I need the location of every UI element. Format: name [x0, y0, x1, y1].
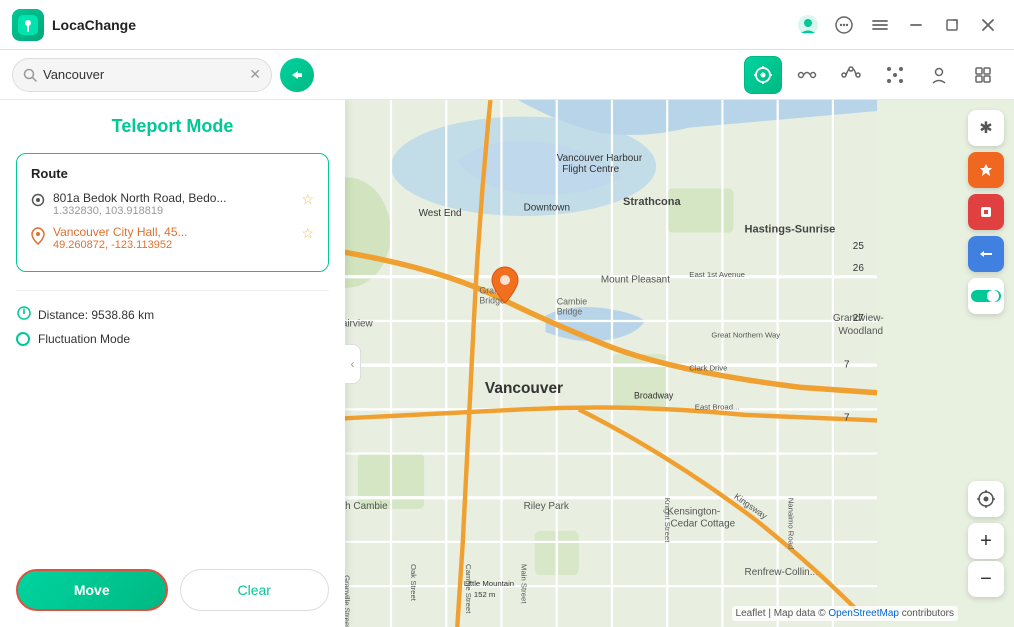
svg-text:Strathcona: Strathcona — [623, 196, 681, 208]
distance-row: Distance: 9538.86 km — [0, 301, 345, 328]
main-area: Howe St Broadway Strathcona Hastings-Sun… — [0, 100, 1014, 627]
panel-header: Teleport Mode — [0, 100, 345, 145]
svg-text:26: 26 — [853, 263, 865, 274]
orange-control[interactable] — [968, 152, 1004, 188]
search-box: ✕ — [12, 58, 272, 92]
person-button[interactable] — [920, 56, 958, 94]
svg-text:Vancouver: Vancouver — [485, 380, 563, 397]
svg-text:Oak Street: Oak Street — [409, 564, 418, 602]
svg-text:Knight Street: Knight Street — [663, 498, 672, 543]
svg-text:Vancouver Harbour: Vancouver Harbour — [557, 153, 643, 164]
svg-text:25: 25 — [853, 241, 865, 252]
close-icon[interactable] — [974, 11, 1002, 39]
locate-button[interactable] — [968, 481, 1004, 517]
side-panel: Teleport Mode Route 801a Bedok North Roa… — [0, 100, 345, 627]
svg-text:Great Northern Way: Great Northern Way — [711, 331, 780, 340]
svg-text:Clark Drive: Clark Drive — [689, 364, 727, 373]
svg-text:Downtown: Downtown — [524, 202, 570, 213]
distance-icon — [16, 305, 32, 324]
minimize-icon[interactable] — [902, 11, 930, 39]
panel-title: Teleport Mode — [16, 116, 329, 137]
route-import-button[interactable] — [876, 56, 914, 94]
distance-text: Distance: 9538.86 km — [38, 308, 154, 322]
title-bar: LocaChange — [0, 0, 1014, 50]
svg-text:Cedar Cottage: Cedar Cottage — [671, 518, 736, 529]
svg-text:West End: West End — [419, 208, 462, 219]
expand-icon[interactable] — [938, 11, 966, 39]
svg-text:Riley Park: Riley Park — [524, 501, 569, 512]
origin-star-icon[interactable]: ☆ — [301, 191, 314, 208]
destination-name: Vancouver City Hall, 45... — [53, 225, 188, 239]
svg-text:152 m: 152 m — [474, 590, 495, 599]
map-pin — [490, 265, 520, 313]
app-logo — [12, 9, 44, 41]
osm-link[interactable]: OpenStreetMap — [828, 608, 899, 619]
fluctuation-toggle[interactable] — [16, 332, 30, 346]
svg-text:East 1st Avenue: East 1st Avenue — [689, 270, 745, 279]
svg-text:Renfrew-Collin...: Renfrew-Collin... — [745, 567, 818, 578]
svg-text:Main Street: Main Street — [519, 564, 528, 604]
svg-text:Flight Centre: Flight Centre — [562, 164, 619, 175]
fluctuation-row: Fluctuation Mode — [0, 328, 345, 350]
toggle-control[interactable] — [968, 278, 1004, 314]
multi-route-button[interactable] — [832, 56, 870, 94]
search-clear-icon[interactable]: ✕ — [249, 66, 261, 83]
origin-coords: 1.332830, 103.918819 — [53, 205, 226, 217]
svg-text:Hastings-Sunrise: Hastings-Sunrise — [745, 224, 836, 236]
svg-text:7: 7 — [844, 359, 850, 370]
history-button[interactable] — [964, 56, 1002, 94]
origin-name: 801a Bedok North Road, Bedo... — [53, 191, 226, 205]
teleport-mode-button[interactable] — [744, 56, 782, 94]
two-stop-route-button[interactable] — [788, 56, 826, 94]
move-button[interactable]: Move — [16, 569, 168, 611]
svg-text:Cambie: Cambie — [557, 296, 588, 306]
svg-text:East Broad...: East Broad... — [695, 402, 740, 411]
clear-button[interactable]: Clear — [180, 569, 330, 611]
svg-text:Cambie Street: Cambie Street — [464, 564, 473, 614]
destination-icon — [31, 227, 45, 248]
titlebar-actions — [794, 11, 1002, 39]
origin-item: 801a Bedok North Road, Bedo... 1.332830,… — [31, 191, 314, 217]
search-input[interactable] — [43, 67, 243, 82]
mode-buttons — [744, 56, 1002, 94]
app-title: LocaChange — [52, 17, 794, 33]
profile-icon[interactable] — [794, 11, 822, 39]
menu-icon[interactable] — [866, 11, 894, 39]
destination-coords: 49.260872, -123.113952 — [53, 239, 188, 251]
chat-icon[interactable] — [830, 11, 858, 39]
destination-item: Vancouver City Hall, 45... 49.260872, -1… — [31, 225, 314, 251]
svg-text:27: 27 — [853, 313, 865, 324]
svg-text:Mount Pleasant: Mount Pleasant — [601, 274, 670, 285]
svg-text:Bridge: Bridge — [557, 306, 583, 316]
svg-text:Broadway: Broadway — [634, 390, 674, 400]
origin-icon — [31, 193, 45, 210]
red-control[interactable] — [968, 194, 1004, 230]
svg-text:Little Mountain: Little Mountain — [464, 579, 514, 588]
search-icon — [23, 68, 37, 82]
svg-text:7: 7 — [844, 412, 850, 423]
zoom-in-button[interactable]: + — [968, 523, 1004, 559]
map-attribution: Leaflet | Map data © OpenStreetMap contr… — [732, 606, 958, 621]
svg-text:Nanaimo Road: Nanaimo Road — [787, 498, 796, 550]
map-controls: ✱ — [968, 110, 1004, 314]
blue-control[interactable] — [968, 236, 1004, 272]
toolbar: ✕ — [0, 50, 1014, 100]
collapse-panel-button[interactable]: ‹ — [345, 344, 361, 384]
svg-text:Woodland: Woodland — [838, 326, 883, 337]
zoom-out-button[interactable]: − — [968, 561, 1004, 597]
search-submit-button[interactable] — [280, 58, 314, 92]
destination-star-icon[interactable]: ☆ — [301, 225, 314, 242]
asterisk-control[interactable]: ✱ — [968, 110, 1004, 146]
route-card: Route 801a Bedok North Road, Bedo... 1.3… — [16, 153, 329, 272]
fluctuation-text: Fluctuation Mode — [38, 332, 130, 346]
svg-text:Kensington-: Kensington- — [667, 506, 720, 517]
route-label: Route — [31, 166, 314, 181]
divider — [16, 290, 329, 291]
action-buttons: Move Clear — [0, 553, 345, 627]
zoom-controls: + − — [968, 481, 1004, 597]
